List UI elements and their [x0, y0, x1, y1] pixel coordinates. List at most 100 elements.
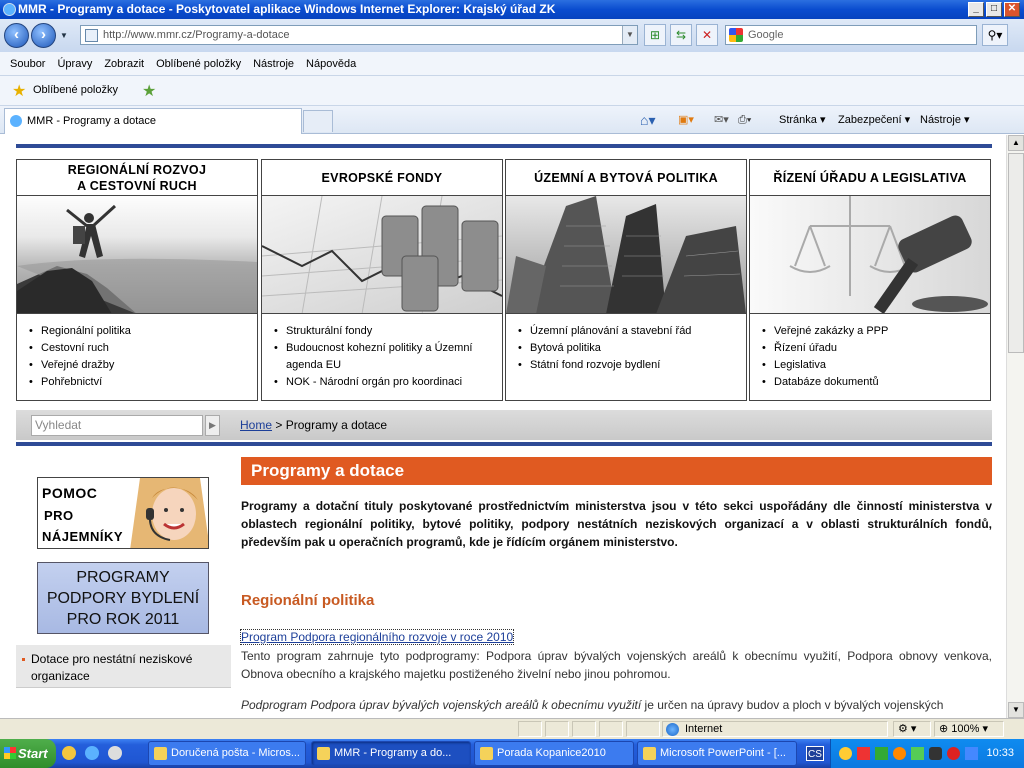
task-powerpoint[interactable]: Microsoft PowerPoint - [...	[637, 741, 797, 766]
history-dropdown-icon[interactable]: ▼	[60, 31, 68, 40]
quicklaunch-ie-icon[interactable]	[85, 746, 99, 760]
link-verejne-zakazky[interactable]: Veřejné zakázky a PPP	[762, 323, 990, 340]
rss-icon[interactable]: ▣▾	[678, 110, 694, 130]
window-title: MMR - Programy a dotace - Poskytovatel a…	[18, 2, 556, 16]
link-uzemni-planovani[interactable]: Územní plánování a stavební řád	[518, 323, 746, 340]
new-tab-button[interactable]	[303, 110, 333, 132]
menu-napoveda[interactable]: Nápověda	[300, 52, 362, 76]
link-budoucnost-kohezni[interactable]: Budoucnost kohezní politiky a Územní age…	[274, 340, 502, 374]
protected-mode-icon[interactable]: ⚙ ▾	[893, 721, 931, 737]
forward-button[interactable]: ›	[31, 23, 56, 48]
link-bytova-politika[interactable]: Bytová politika	[518, 340, 746, 357]
add-favorite-icon[interactable]: ★	[142, 81, 156, 101]
favorites-button[interactable]: Oblíbené položky	[33, 84, 118, 96]
address-input[interactable]: http://www.mmr.cz/Programy-a-dotace ▼	[80, 25, 638, 45]
compatibility-icon[interactable]: ⊞	[644, 24, 666, 46]
sidebar-item-dotace-nno[interactable]: Dotace pro nestátní neziskové organizace	[16, 645, 231, 688]
category-office[interactable]: ŘÍZENÍ ÚŘADU A LEGISLATIVA Veřejné zakáz…	[749, 159, 991, 401]
scroll-down-icon[interactable]: ▼	[1008, 702, 1024, 718]
link-databaze-dokumentu[interactable]: Databáze dokumentů	[762, 374, 990, 391]
maximize-button[interactable]: □	[986, 2, 1002, 17]
gavel-photo	[750, 196, 990, 314]
link-pohrebnictvi[interactable]: Pohřebnictví	[29, 374, 257, 391]
close-button[interactable]: ✕	[1004, 2, 1020, 17]
menu-oblibene[interactable]: Oblíbené položky	[150, 52, 247, 76]
quicklaunch-media-icon[interactable]	[108, 746, 122, 760]
quicklaunch-icon[interactable]	[62, 746, 76, 760]
scroll-thumb[interactable]	[1008, 153, 1024, 353]
subprogram-paragraph: Podprogram Podpora úprav bývalých vojens…	[241, 698, 944, 712]
category-regional[interactable]: REGIONÁLNÍ ROZVOJA CESTOVNÍ RUCH Regioná…	[16, 159, 258, 401]
category-header[interactable]: ŘÍZENÍ ÚŘADU A LEGISLATIVA	[750, 160, 990, 196]
program-description: Tento program zahrnuje tyto podprogramy:…	[241, 649, 992, 681]
menu-zobrazit[interactable]: Zobrazit	[98, 52, 150, 76]
search-submit-icon[interactable]: ▶	[205, 415, 220, 436]
program-link[interactable]: Program Podpora regionálního rozvoje v r…	[239, 629, 515, 645]
menu-nastroje[interactable]: Nástroje	[247, 52, 300, 76]
category-territorial[interactable]: ÚZEMNÍ A BYTOVÁ POLITIKA Územní plánován…	[505, 159, 747, 401]
tray-icon[interactable]	[857, 747, 870, 760]
menu-upravy[interactable]: Úpravy	[51, 52, 98, 76]
top-divider	[16, 144, 992, 148]
tray-icon[interactable]	[947, 747, 960, 760]
link-statni-fond[interactable]: Státní fond rozvoje bydlení	[518, 357, 746, 374]
vertical-scrollbar[interactable]: ▲ ▼	[1006, 135, 1024, 718]
task-folder[interactable]: Porada Kopanice2010	[474, 741, 634, 766]
site-search-input[interactable]: Vyhledat	[31, 415, 203, 436]
tray-icon[interactable]	[929, 747, 942, 760]
category-list: Územní plánování a stavební řád Bytová p…	[506, 314, 746, 374]
breadcrumb-current: Programy a dotace	[285, 418, 388, 432]
link-rizeni-uradu[interactable]: Řízení úřadu	[762, 340, 990, 357]
address-dropdown-icon[interactable]: ▼	[622, 26, 637, 44]
mail-icon[interactable]: ✉▾	[714, 110, 729, 130]
menu-soubor[interactable]: Soubor	[0, 52, 51, 76]
coins-chart-photo	[262, 196, 502, 314]
search-go-icon[interactable]: ⚲▾	[982, 24, 1008, 46]
tools-menu[interactable]: Nástroje ▾	[920, 110, 970, 130]
tray-icon[interactable]	[965, 747, 978, 760]
zoom-control[interactable]: ⊕ 100% ▾	[934, 721, 1004, 737]
tray-icon[interactable]	[875, 747, 888, 760]
tab-active[interactable]: MMR - Programy a dotace	[4, 108, 302, 134]
intro-paragraph: Programy a dotační tituly poskytované pr…	[241, 499, 992, 549]
category-header[interactable]: ÚZEMNÍ A BYTOVÁ POLITIKA	[506, 160, 746, 196]
language-indicator[interactable]: CS	[806, 746, 824, 761]
clock[interactable]: 10:33	[986, 739, 1014, 768]
skyscrapers-photo	[506, 196, 746, 314]
banner-pomoc-najemnikum[interactable]: POMOC PRO NÁJEMNÍKY	[37, 477, 209, 549]
link-nok[interactable]: NOK - Národní orgán pro koordinaci	[274, 374, 502, 391]
back-button[interactable]: ‹	[4, 23, 29, 48]
task-ie[interactable]: MMR - Programy a do...	[311, 741, 471, 766]
hiker-photo	[17, 196, 257, 314]
address-toolbar: ‹ › ▼ http://www.mmr.cz/Programy-a-dotac…	[0, 19, 1024, 52]
home-icon[interactable]: ⌂▾	[640, 110, 655, 130]
print-icon[interactable]: ⎙▾	[738, 110, 751, 130]
category-header[interactable]: REGIONÁLNÍ ROZVOJ A CESTOVNÍ RUCH	[17, 160, 257, 196]
link-regionalni-politika[interactable]: Regionální politika	[29, 323, 257, 340]
task-outlook[interactable]: Doručená pošta - Micros...	[148, 741, 306, 766]
breadcrumb-home-link[interactable]: Home	[240, 418, 272, 432]
search-input[interactable]: Google	[725, 25, 977, 45]
system-tray: 10:33	[830, 739, 1024, 768]
category-eu-funds[interactable]: EVROPSKÉ FONDY Strukturální fondy Budouc…	[261, 159, 503, 401]
tray-icon[interactable]	[911, 747, 924, 760]
tray-icon[interactable]	[839, 747, 852, 760]
page-menu[interactable]: Stránka ▾	[779, 110, 826, 130]
page-content: REGIONÁLNÍ ROZVOJA CESTOVNÍ RUCH Regioná…	[0, 135, 1006, 718]
category-header[interactable]: EVROPSKÉ FONDY	[262, 160, 502, 196]
security-menu[interactable]: Zabezpečení ▾	[838, 110, 910, 130]
tab-bar: MMR - Programy a dotace ⌂▾ ▣▾ ✉▾ ⎙▾ Strá…	[0, 106, 1024, 134]
link-legislativa[interactable]: Legislativa	[762, 357, 990, 374]
star-icon: ★	[12, 83, 27, 100]
banner-programy-bydleni[interactable]: PROGRAMY PODPORY BYDLENÍ PRO ROK 2011	[37, 562, 209, 634]
link-strukturalni-fondy[interactable]: Strukturální fondy	[274, 323, 502, 340]
tray-icon[interactable]	[893, 747, 906, 760]
refresh-icon[interactable]: ⇆	[670, 24, 692, 46]
minimize-button[interactable]: _	[968, 2, 984, 17]
scroll-up-icon[interactable]: ▲	[1008, 135, 1024, 151]
link-cestovni-ruch[interactable]: Cestovní ruch	[29, 340, 257, 357]
address-url: http://www.mmr.cz/Programy-a-dotace	[103, 29, 290, 41]
link-verejne-drazby[interactable]: Veřejné dražby	[29, 357, 257, 374]
stop-icon[interactable]: ✕	[696, 24, 718, 46]
start-button[interactable]: Start	[0, 739, 56, 768]
